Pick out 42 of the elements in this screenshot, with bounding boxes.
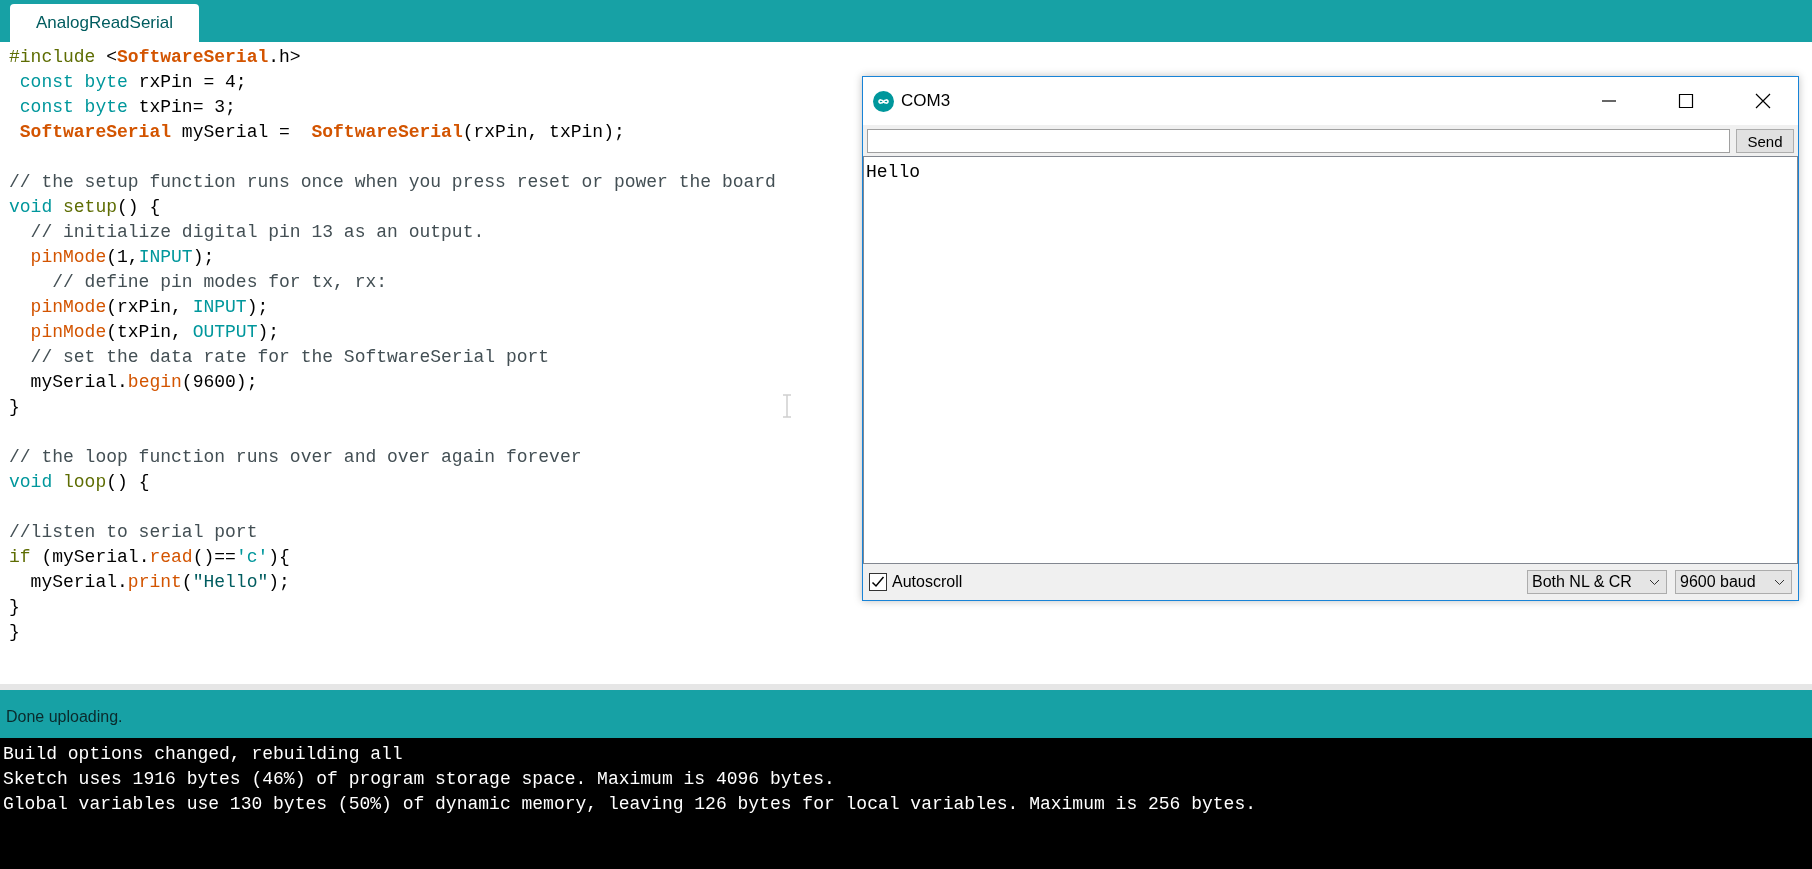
code-line: } [9, 596, 20, 619]
status-message: Done uploading. [6, 708, 123, 726]
output-line: Hello [866, 161, 920, 183]
line-ending-dropdown[interactable]: Both NL & CR [1527, 570, 1667, 594]
code-line: pinMode(txPin, OUTPUT); [29, 321, 280, 344]
code-line: void setup() { [9, 196, 161, 219]
code-line: // the setup function runs once when you press reset or power the board [9, 171, 776, 194]
text-cursor-icon [782, 394, 792, 418]
code-line: } [9, 621, 20, 644]
minimize-icon [1601, 100, 1617, 102]
message-input-field[interactable] [867, 129, 1730, 153]
code-line: //listen to serial port [9, 521, 258, 544]
window-title: COM3 [901, 91, 952, 111]
code-line: mySerial.begin(9600); [29, 371, 258, 394]
sketch-tab[interactable]: AnalogReadSerial [10, 4, 200, 42]
code-line: const byte rxPin = 4; [18, 71, 247, 94]
chevron-down-icon [1774, 578, 1785, 586]
code-line: // set the data rate for the SoftwareSerial port [29, 346, 550, 369]
code-line: #include <SoftwareSerial.h> [9, 46, 301, 69]
code-line: void loop() { [9, 471, 150, 494]
autoscroll-label[interactable]: Autoscroll [892, 573, 1522, 591]
code-line: mySerial.print("Hello"); [29, 571, 290, 594]
autoscroll-checkbox[interactable] [869, 573, 887, 591]
code-line: SoftwareSerial mySerial = SoftwareSerial(rxPin, txPin); [18, 121, 625, 144]
close-icon [1755, 93, 1771, 109]
code-line: } [9, 396, 20, 419]
console-line: Global variables use 130 bytes (50%) of dynamic memory, leaving 126 bytes for local variables. Maximum is 256 bytes. [3, 793, 1256, 816]
code-line: const byte txPin= 3; [18, 96, 236, 119]
code-line: // the loop function runs over and over again forever [9, 446, 582, 469]
code-line: // initialize digital pin 13 as an output. [29, 221, 485, 244]
maximize-icon [1678, 93, 1694, 109]
code-line: // define pin modes for tx, rx: [51, 271, 388, 294]
send-button[interactable]: Send [1736, 129, 1794, 153]
chevron-down-icon [1649, 578, 1660, 586]
code-line: pinMode(rxPin, INPUT); [29, 296, 269, 319]
infinity-logo-icon [873, 90, 894, 112]
checkmark-icon [871, 575, 885, 589]
baud-rate-dropdown[interactable]: 9600 baud [1675, 570, 1792, 594]
code-line: pinMode(1,INPUT); [29, 246, 215, 269]
code-line: if (mySerial.read()=='c'){ [9, 546, 290, 569]
console-line: Sketch uses 1916 bytes (46%) of program storage space. Maximum is 4096 bytes. [3, 768, 835, 791]
console-line: Build options changed, rebuilding all [3, 743, 403, 766]
